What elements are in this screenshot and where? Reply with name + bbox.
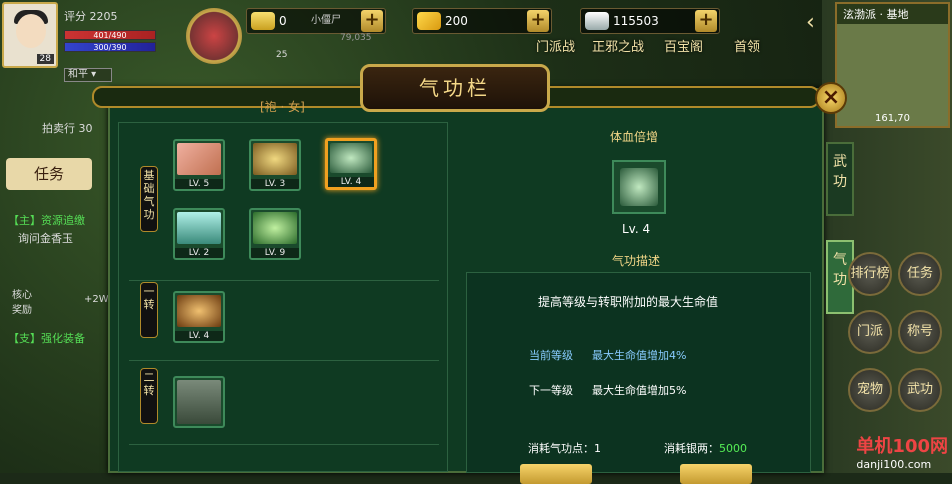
skill-slot[interactable]: LV. 2 (173, 208, 225, 260)
gold-bar-currency: 200 + (412, 8, 552, 34)
next-level-effect: 最大生命值增加5% (592, 384, 687, 397)
player-level: 28 (36, 54, 54, 64)
silver-icon (585, 12, 609, 30)
minimap-title: 泫渤派 · 基地 (837, 4, 948, 24)
menu-boss[interactable]: 首领 (734, 36, 760, 55)
skill-art-icon (177, 212, 221, 244)
cost-silver-value: 5000 (719, 442, 747, 455)
collapse-arrow-icon[interactable]: ‹ (806, 10, 815, 35)
skill-art-icon (253, 212, 297, 244)
cost-points: 消耗气功点：1 (528, 440, 601, 456)
panel-title: 气功栏 (360, 64, 550, 112)
skill-slot-selected[interactable]: LV. 4 (325, 138, 377, 190)
skill-art-icon (177, 295, 221, 327)
auction-number: 30 (78, 122, 93, 135)
skill-art-icon (620, 168, 658, 206)
gold-bar-value: 200 (445, 14, 468, 28)
watermark: 单机100网 danji100.com (856, 432, 948, 471)
watermark-sub: danji100.com (856, 458, 932, 471)
gold-ingot-currency: 0 小僵尸 + (246, 8, 386, 34)
menu-good-evil-war[interactable]: 正邪之战 (592, 36, 644, 55)
pet-portrait[interactable] (186, 8, 242, 64)
mp-bar: 300/390 (64, 42, 156, 52)
close-button[interactable]: × (815, 82, 847, 114)
quest-branch[interactable]: 【支】强化装备 (8, 330, 85, 346)
current-level-effect: 最大生命值增加4% (592, 349, 687, 362)
skill-level-detail: Lv. 4 (622, 222, 651, 236)
skill-slot[interactable]: LV. 3 (249, 139, 301, 191)
skill-name: 体血倍增 (610, 130, 659, 144)
quest-reward: 核心奖励 (12, 290, 32, 316)
add-silver-button[interactable]: + (695, 10, 717, 32)
minimap-coords: 161,70 (875, 113, 910, 124)
score-label: 评分 (64, 10, 86, 23)
auction-link[interactable]: 拍卖行 30 (42, 120, 93, 136)
current-level-label: 当前等级 (529, 349, 573, 362)
menu-faction-war[interactable]: 门派战 (536, 36, 575, 55)
ranking-button[interactable]: 排行榜 (848, 252, 892, 296)
tab-martial-arts[interactable]: 武功 (826, 142, 854, 216)
quest-main-detail: 询问金香玉 (18, 232, 73, 245)
avatar-face (16, 14, 46, 48)
title-button[interactable]: 称号 (898, 310, 942, 354)
cost-points-value: 1 (594, 442, 601, 455)
quest-reward-value: +2W (84, 294, 109, 305)
gold-ingot-icon (251, 12, 275, 30)
faint-number: 79,035 (340, 33, 372, 43)
skill-slot-locked[interactable] (173, 376, 225, 428)
cost-silver-label: 消耗银两： (664, 442, 719, 455)
pk-mode-select[interactable]: 和平 ▾ (64, 68, 112, 82)
skill-slot[interactable]: LV. 9 (249, 208, 301, 260)
section-label-first: 一转 (140, 282, 158, 338)
skill-level: LV. 5 (175, 179, 223, 189)
skill-art-icon (253, 143, 297, 175)
panel-subtitle: [袍 · 女] (260, 100, 305, 114)
add-gold-ingot-button[interactable]: + (361, 10, 383, 32)
gold-ingot-extra: 小僵尸 (311, 15, 341, 26)
desc-heading: 气功描述 (612, 254, 661, 268)
quest-button[interactable]: 任务 (898, 252, 942, 296)
pet-button[interactable]: 宠物 (848, 368, 892, 412)
skill-level: LV. 3 (251, 179, 299, 189)
watermark-main: 单机100网 (856, 436, 948, 457)
left-hud: 拍卖行 30 任务 【主】资源追缴 询问金香玉 核心奖励 +2W 【支】强化装备 (0, 120, 109, 473)
pet-level: 25 (276, 50, 288, 60)
score-value: 2205 (89, 10, 118, 23)
menu-treasure-pavilion[interactable]: 百宝阁 (664, 36, 703, 55)
minimap[interactable]: 泫渤派 · 基地 161,70 (835, 2, 950, 128)
upgrade-button[interactable] (520, 464, 592, 484)
section-label-second: 二转 (140, 368, 158, 424)
faction-button[interactable]: 门派 (848, 310, 892, 354)
task-button[interactable]: 任务 (6, 158, 92, 190)
auction-label: 拍卖行 (42, 122, 75, 135)
gold-ingot-value: 0 (279, 14, 287, 28)
skill-art-icon (177, 143, 221, 175)
cost-silver: 消耗银两：5000 (664, 440, 747, 456)
add-gold-bar-button[interactable]: + (527, 10, 549, 32)
skill-level: LV. 4 (328, 177, 374, 187)
player-score: 评分 2205 (64, 8, 118, 24)
skill-description: 提高等级与转职附加的最大生命值 (538, 295, 719, 309)
skill-level: LV. 2 (175, 248, 223, 258)
cost-points-label: 消耗气功点： (528, 442, 594, 455)
skill-art-icon (330, 143, 372, 173)
gold-bar-icon (417, 12, 441, 30)
next-level-label: 下一等级 (529, 384, 573, 397)
section-label-basic: 基础气功 (140, 166, 158, 232)
reset-button[interactable] (680, 464, 752, 484)
player-avatar[interactable]: 28 (2, 2, 58, 68)
skill-level: LV. 4 (175, 331, 223, 341)
quest-main[interactable]: 【主】资源追缴 (8, 212, 85, 228)
skill-slot[interactable]: LV. 5 (173, 139, 225, 191)
silver-currency: 115503 + (580, 8, 720, 34)
skill-level: LV. 9 (251, 248, 299, 258)
martial-button[interactable]: 武功 (898, 368, 942, 412)
hp-bar: 401/490 (64, 30, 156, 40)
locked-skill-icon (177, 380, 221, 424)
skill-slot[interactable]: LV. 4 (173, 291, 225, 343)
selected-skill-icon (612, 160, 666, 214)
pk-mode-label: 和平 (68, 69, 88, 80)
silver-value: 115503 (613, 14, 659, 28)
